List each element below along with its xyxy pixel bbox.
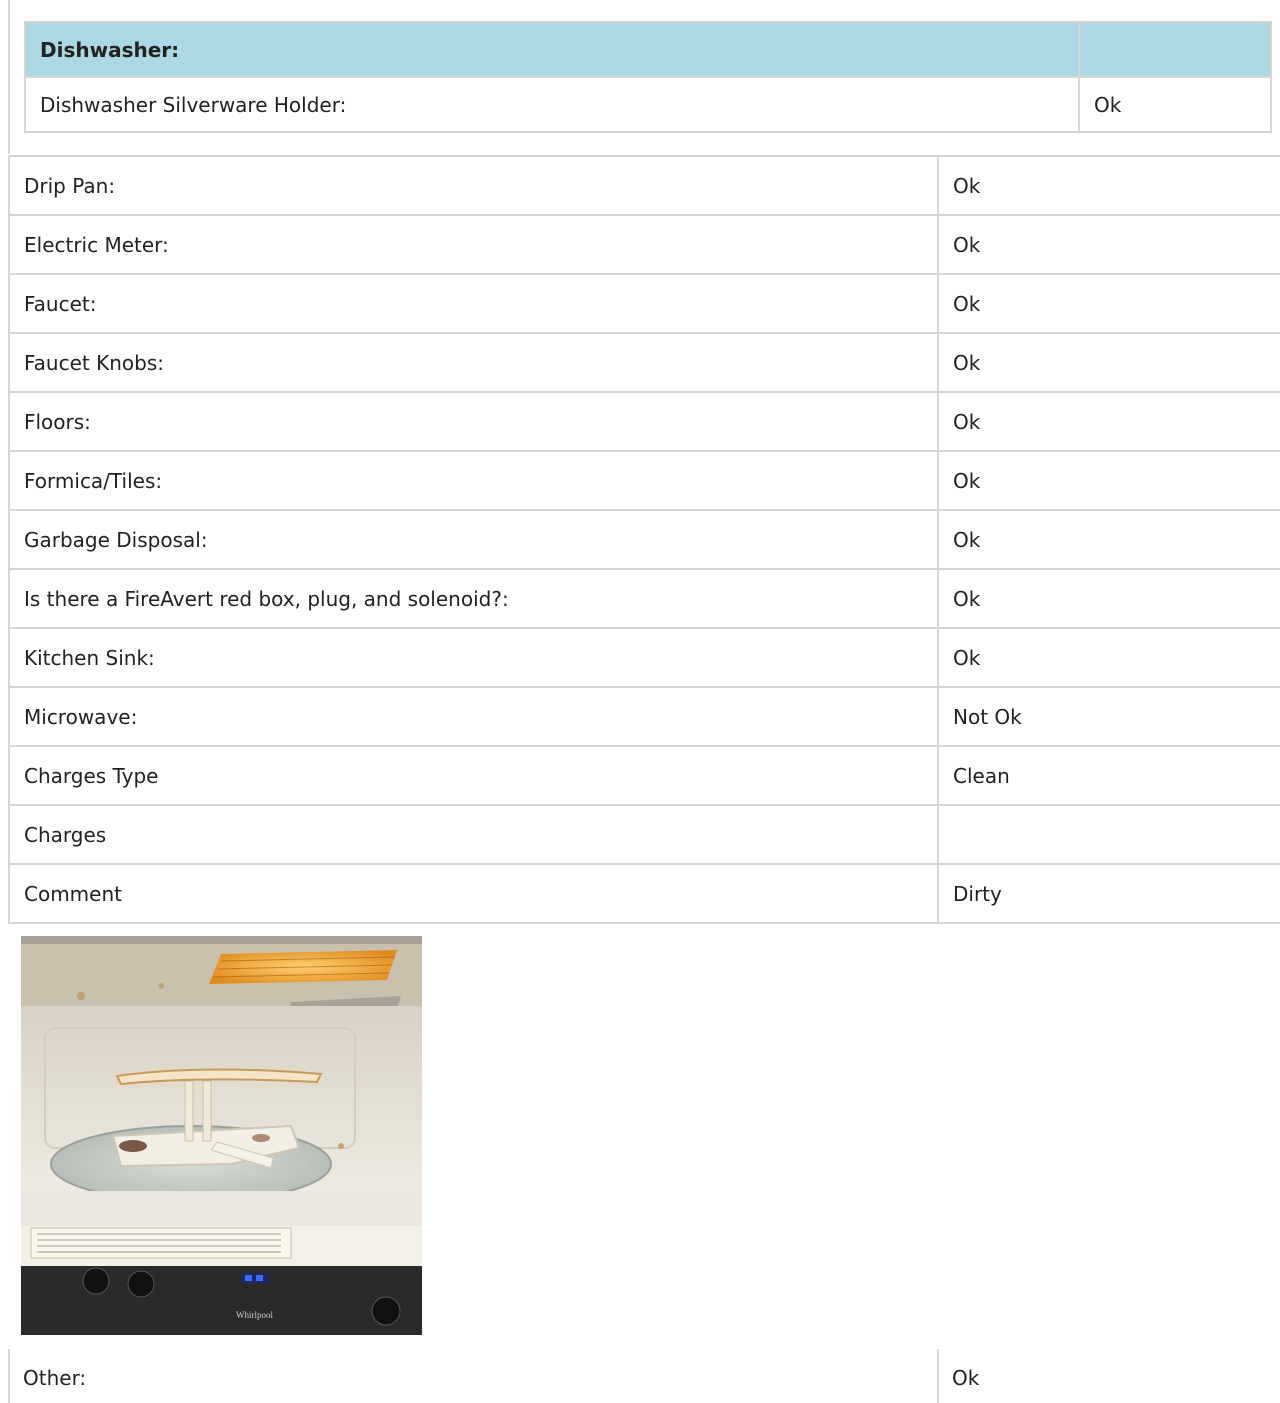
row-label: Other: <box>23 1366 87 1390</box>
row-label: Dishwasher Silverware Holder: <box>24 76 1080 133</box>
table-row: Charges <box>8 804 1280 865</box>
row-label: Comment <box>8 863 939 924</box>
row-value: Dirty <box>937 863 1280 924</box>
row-label: Electric Meter: <box>8 214 939 275</box>
row-label: Charges Type <box>8 745 939 806</box>
microwave-photo-image: Whirlpool <box>21 936 422 1335</box>
inspection-page: Dishwasher: Dishwasher Silverware Holder… <box>0 0 1280 1403</box>
table-row: Is there a FireAvert red box, plug, and … <box>8 568 1280 629</box>
row-value: Clean <box>937 745 1280 806</box>
row-value: Ok <box>937 273 1280 334</box>
microwave-photo[interactable]: Whirlpool <box>21 936 422 1335</box>
row-value: Ok <box>1078 76 1272 133</box>
row-label: Faucet Knobs: <box>8 332 939 393</box>
row-label: Charges <box>8 804 939 865</box>
row-label: Garbage Disposal: <box>8 509 939 570</box>
row-label: Is there a FireAvert red box, plug, and … <box>8 568 939 629</box>
table-row: Floors: Ok <box>8 391 1280 452</box>
row-value: Not Ok <box>937 686 1280 747</box>
row-value: Ok <box>937 214 1280 275</box>
brand-label: Whirlpool <box>236 1310 273 1320</box>
row-label: Microwave: <box>8 686 939 747</box>
row-value: Ok <box>937 627 1280 688</box>
table-row: Other: Ok <box>8 1349 1280 1403</box>
row-value: Ok <box>937 568 1280 629</box>
dishwasher-section: Dishwasher: Dishwasher Silverware Holder… <box>8 0 1280 154</box>
row-value: Ok <box>937 155 1280 216</box>
table-row: Electric Meter: Ok <box>8 214 1280 275</box>
dishwasher-table: Dishwasher: Dishwasher Silverware Holder… <box>24 21 1272 133</box>
row-label: Formica/Tiles: <box>8 450 939 511</box>
row-border-left <box>8 1349 10 1403</box>
table-row: Comment Dirty <box>8 863 1280 924</box>
row-label: Floors: <box>8 391 939 452</box>
row-value: Ok <box>937 509 1280 570</box>
row-value: Ok <box>937 391 1280 452</box>
table-row: Dishwasher Silverware Holder: Ok <box>24 76 1272 133</box>
table-row: Faucet Knobs: Ok <box>8 332 1280 393</box>
table-row: Garbage Disposal: Ok <box>8 509 1280 570</box>
table-row: Kitchen Sink: Ok <box>8 627 1280 688</box>
row-value: Ok <box>937 450 1280 511</box>
dishwasher-header: Dishwasher: <box>24 21 1080 78</box>
row-label: Faucet: <box>8 273 939 334</box>
dishwasher-header-row: Dishwasher: <box>24 21 1272 78</box>
dishwasher-header-empty <box>1078 21 1272 78</box>
row-value: Ok <box>952 1366 980 1390</box>
table-row: Faucet: Ok <box>8 273 1280 334</box>
row-border-middle <box>937 1349 939 1403</box>
table-row: Formica/Tiles: Ok <box>8 450 1280 511</box>
table-row: Drip Pan: Ok <box>8 155 1280 216</box>
row-label: Kitchen Sink: <box>8 627 939 688</box>
table-row: Charges Type Clean <box>8 745 1280 806</box>
inspection-table: Drip Pan: Ok Electric Meter: Ok Faucet: Ok Fau… <box>8 155 1280 924</box>
row-value: Ok <box>937 332 1280 393</box>
table-row: Microwave: Not Ok <box>8 686 1280 747</box>
row-value <box>937 804 1280 865</box>
row-label: Drip Pan: <box>8 155 939 216</box>
